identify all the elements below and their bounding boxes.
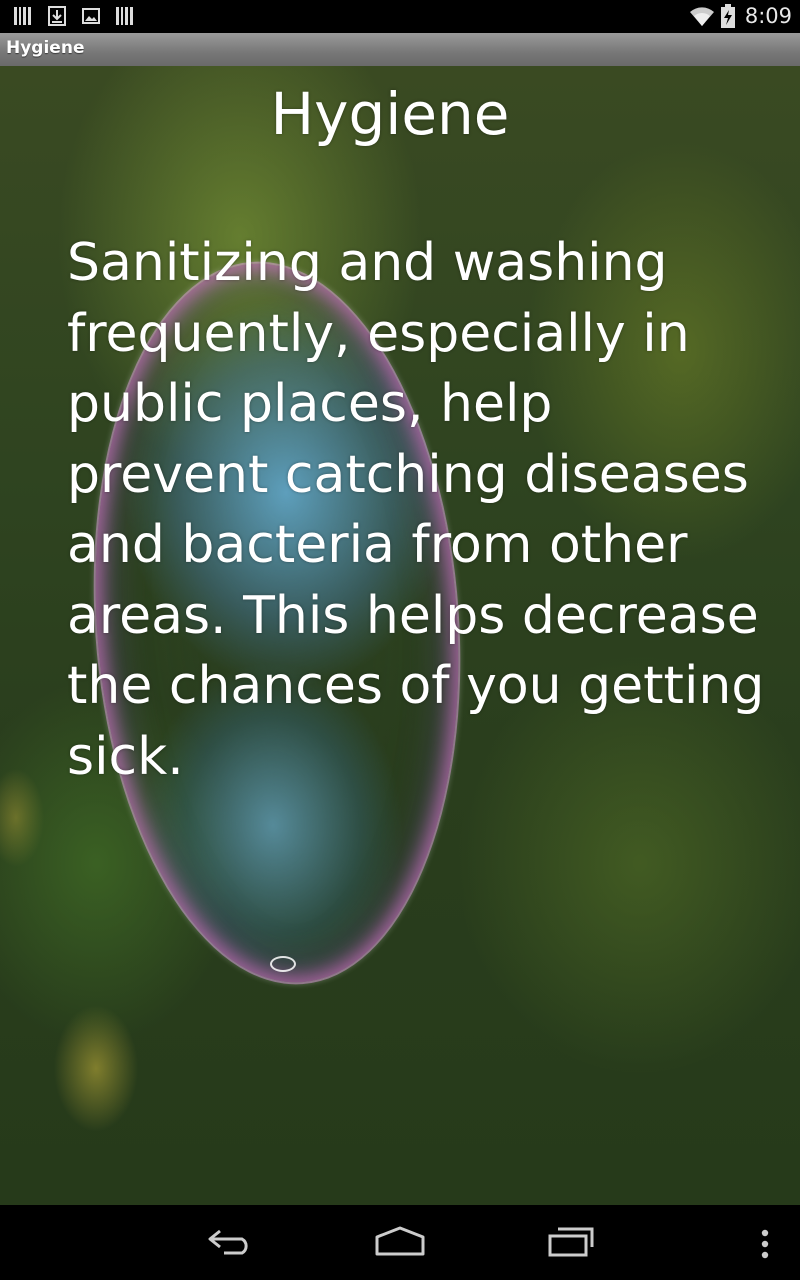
image-icon [82,8,100,24]
bubble-knot [270,956,296,972]
body-text: Sanitizing and washing frequently, espec… [67,233,765,787]
barcode-icon [14,7,31,25]
barcode-icon [116,7,133,25]
recent-apps-icon[interactable] [546,1225,596,1259]
app-title: Hygiene [6,38,85,58]
page-title: Hygiene [270,80,510,148]
wifi-icon [689,7,714,26]
download-icon [48,6,66,26]
clock-time: 8:09 [744,4,792,28]
back-icon[interactable] [206,1225,254,1257]
notification-icons [14,6,134,26]
system-icons: 8:09 [689,4,792,28]
screen: 8:09 Hygiene Hygiene Sanitizing and wash… [0,0,800,1280]
navigation-bar [0,1205,800,1280]
app-title-bar: Hygiene [0,33,800,67]
home-icon[interactable] [374,1225,426,1257]
overflow-menu-icon[interactable] [758,1227,772,1263]
content-area: Hygiene Sanitizing and washing frequentl… [0,66,800,1205]
status-bar: 8:09 [0,0,800,33]
battery-charging-icon [720,4,735,28]
